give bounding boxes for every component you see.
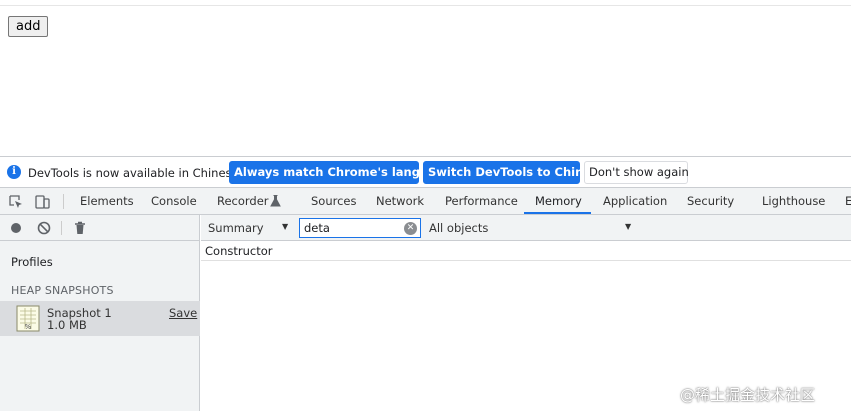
tab-sources[interactable]: Sources: [311, 188, 357, 214]
inspect-element-icon[interactable]: [8, 194, 24, 210]
dont-show-again-button[interactable]: Don't show again: [584, 161, 689, 184]
infobar-message: DevTools is now available in Chinese!: [28, 166, 244, 180]
add-button[interactable]: add: [8, 16, 49, 37]
class-filter-input[interactable]: [299, 218, 421, 238]
record-icon[interactable]: [8, 220, 24, 236]
devtools-tab-bar: Elements Console Recorder Sources Networ…: [0, 188, 851, 215]
objects-scope-select[interactable]: All objects: [429, 221, 488, 235]
profiles-toolbar-divider: [61, 221, 62, 235]
tab-performance[interactable]: Performance: [445, 188, 518, 214]
profiles-heading: Profiles: [11, 255, 53, 269]
column-constructor[interactable]: Constructor: [205, 244, 272, 258]
tab-recorder[interactable]: Recorder: [217, 188, 269, 214]
objects-scope-dropdown-icon[interactable]: ▼: [625, 222, 631, 231]
snapshot-icon: %: [16, 305, 40, 332]
heap-snapshots-heading: HEAP SNAPSHOTS: [11, 284, 114, 297]
view-mode-select[interactable]: Summary: [208, 221, 264, 235]
tab-overflow[interactable]: E: [845, 188, 851, 214]
flask-icon: [270, 195, 281, 207]
info-icon: i: [7, 165, 21, 179]
always-match-language-button[interactable]: Always match Chrome's language: [229, 161, 452, 184]
trash-icon[interactable]: [72, 220, 88, 236]
svg-text:%: %: [25, 323, 32, 331]
snapshot-size: 1.0 MB: [47, 318, 87, 332]
tab-memory[interactable]: Memory: [535, 188, 582, 214]
tab-elements[interactable]: Elements: [80, 188, 134, 214]
switch-to-chinese-button[interactable]: Switch DevTools to Chinese: [423, 161, 606, 184]
device-toolbar-icon[interactable]: [34, 194, 50, 210]
tab-network[interactable]: Network: [376, 188, 424, 214]
language-infobar: i DevTools is now available in Chinese! …: [0, 157, 851, 188]
table-header: Constructor: [201, 241, 851, 261]
tab-console[interactable]: Console: [151, 188, 197, 214]
snapshot-toolbar: Summary ▼ ✕ All objects ▼: [201, 215, 851, 241]
snapshot-view: Summary ▼ ✕ All objects ▼ Constructor: [201, 215, 851, 411]
tab-lighthouse[interactable]: Lighthouse: [762, 188, 825, 214]
devtools-panel: i DevTools is now available in Chinese! …: [0, 156, 851, 411]
tab-security[interactable]: Security: [687, 188, 734, 214]
snapshot-save-link[interactable]: Save: [169, 306, 197, 320]
snapshot-list-item[interactable]: % Snapshot 1 1.0 MB Save: [0, 301, 200, 336]
watermark: @稀土掘金技术社区: [680, 386, 816, 404]
clear-filter-icon[interactable]: ✕: [404, 222, 417, 235]
profiles-sidebar: Profiles HEAP SNAPSHOTS % Snapshot 1 1.0…: [0, 215, 200, 411]
view-mode-dropdown-icon[interactable]: ▼: [282, 222, 288, 231]
tab-bar-divider: [63, 194, 64, 209]
active-tab-indicator: [524, 212, 591, 214]
tab-application[interactable]: Application: [603, 188, 667, 214]
clear-icon[interactable]: [36, 220, 52, 236]
page-top-divider: [0, 5, 851, 6]
profiles-toolbar: [0, 215, 200, 241]
